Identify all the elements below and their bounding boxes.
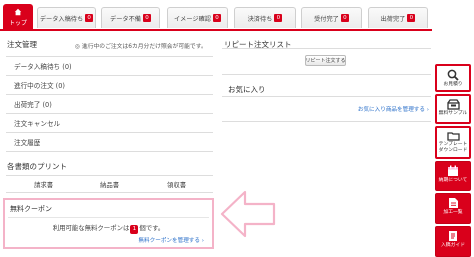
tab-label: データ入稿待ち: [39, 15, 84, 23]
sidebar-item-sample[interactable]: 無料サンプル: [435, 94, 471, 124]
list-item-in-progress[interactable]: 進行中の注文 (0): [6, 76, 213, 95]
document-icon: [448, 198, 458, 208]
tab-underline: [0, 29, 432, 31]
tab-shipped[interactable]: 出荷完了 0: [368, 7, 428, 28]
coupon-count-badge: 1: [130, 225, 139, 234]
calendar-icon: [448, 165, 458, 176]
tab-accepted[interactable]: 受付完了 0: [301, 7, 362, 28]
count-badge: 0: [213, 14, 221, 22]
list-item-cancel[interactable]: 注文キャンセル: [6, 114, 213, 133]
list-item-upload-waiting[interactable]: データ入稿待ち (0): [6, 57, 213, 76]
coupon-title: 無料クーポン: [10, 205, 52, 213]
delivery-note-link[interactable]: 納品書: [100, 180, 119, 189]
home-icon: [14, 8, 22, 16]
coupon-message: 利用可能な無料クーポンは 1 個です。: [5, 223, 212, 234]
sidebar-item-label: 入稿ガイド: [441, 243, 465, 248]
favorites-box: お気に入り商品を管理する ›: [222, 96, 431, 122]
tab-label: 決済待ち: [247, 15, 273, 23]
count-badge: 0: [85, 14, 94, 22]
sidebar-item-delivery[interactable]: 納期について: [435, 161, 471, 191]
sidebar-item-label: テンプレート ダウンロード: [438, 142, 468, 153]
sidebar-item-upload-guide[interactable]: 入稿ガイド: [435, 226, 471, 257]
divider: [8, 217, 209, 218]
list-item-label: 出荷完了 (0): [14, 101, 52, 109]
manage-favorites-link[interactable]: お気に入り商品を管理する ›: [358, 105, 429, 113]
list-item-history[interactable]: 注文履歴: [6, 133, 213, 152]
sidebar-item-template-download[interactable]: テンプレート ダウンロード: [435, 126, 471, 159]
list-item-label: 注文履歴: [14, 139, 41, 147]
sidebar-item-label: お見積り: [443, 82, 463, 87]
search-icon: [447, 69, 459, 81]
list-item-label: 注文キャンセル: [14, 120, 61, 128]
tab-data-upload-waiting[interactable]: データ入稿待ち 0: [37, 7, 96, 28]
sidebar-item-estimate[interactable]: お見積り: [435, 64, 471, 92]
tab-payment-waiting[interactable]: 決済待ち 0: [234, 7, 296, 28]
repeat-orders-box: リピート注文する: [222, 48, 431, 75]
right-sidebar: お見積り 無料サンプル テンプレート ダウンロード 納期について 加工一覧 入稿…: [433, 62, 474, 257]
count-badge: 0: [274, 14, 283, 22]
coupon-message-after: 個です。: [139, 224, 165, 232]
list-item-label: 進行中の注文 (0): [14, 82, 65, 90]
sidebar-item-label: 納期について: [438, 178, 468, 183]
guide-icon: [449, 231, 457, 241]
list-item-shipped[interactable]: 出荷完了 (0): [6, 95, 213, 114]
order-management-title: 注文管理: [7, 40, 37, 49]
count-badge: 0: [407, 14, 416, 22]
coupon-message-before: 利用可能な無料クーポンは: [52, 224, 130, 232]
tab-label: データ不備: [110, 15, 141, 23]
tab-bar: トップ データ入稿待ち 0 データ不備 0 イメージ確認 0 決済待ち 0 受付…: [0, 0, 432, 30]
tab-data-defect[interactable]: データ不備 0: [101, 7, 160, 28]
prints-title: 各書類のプリント: [7, 162, 67, 171]
order-list: データ入稿待ち (0) 進行中の注文 (0) 出荷完了 (0) 注文キャンセル …: [6, 56, 213, 152]
favorites-title: お気に入り: [228, 85, 266, 94]
receipt-link[interactable]: 領収書: [167, 180, 186, 189]
count-badge: 0: [340, 14, 349, 22]
sidebar-item-label: 加工一覧: [443, 210, 463, 215]
repeat-order-button[interactable]: リピート注文する: [305, 55, 346, 66]
tab-label: イメージ確認: [173, 15, 211, 23]
tab-image-check[interactable]: イメージ確認 0: [167, 7, 228, 28]
prints-row: 請求書 納品書 領収書: [6, 175, 213, 193]
box-icon: [446, 99, 460, 110]
invoice-link[interactable]: 請求書: [34, 180, 53, 189]
tab-label: 受付完了: [314, 15, 339, 23]
sidebar-item-processing-list[interactable]: 加工一覧: [435, 193, 471, 224]
order-period-note: ◎ 進行中のご注文は6カ月分だけ照会が可能です。: [75, 44, 207, 50]
tab-label: 出荷完了: [380, 15, 406, 23]
left-arrow-icon: [220, 190, 276, 238]
coupon-panel: 無料クーポン 利用可能な無料クーポンは 1 個です。 無料クーポンを管理する ›: [3, 198, 214, 249]
count-badge: 0: [142, 14, 151, 22]
tab-label: トップ: [8, 20, 27, 27]
manage-coupon-link[interactable]: 無料クーポンを管理する ›: [138, 236, 204, 244]
sidebar-item-label: 無料サンプル: [438, 111, 468, 116]
tab-top[interactable]: トップ: [3, 4, 33, 29]
list-item-label: データ入稿待ち (0): [14, 63, 72, 71]
folder-icon: [446, 132, 460, 141]
